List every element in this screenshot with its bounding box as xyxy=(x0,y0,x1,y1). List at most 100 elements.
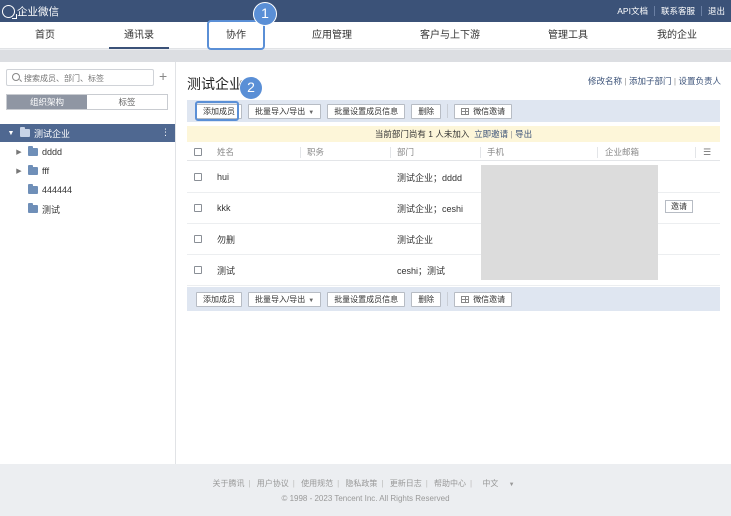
footer-link-usage-rules[interactable]: 使用规范 xyxy=(297,479,337,488)
tab-tags[interactable]: 标签 xyxy=(87,95,167,109)
tree-item-test[interactable]: 测试 xyxy=(0,200,175,218)
row-checkbox[interactable] xyxy=(194,266,202,274)
wechat-invite-button[interactable]: 微信邀请 xyxy=(454,103,513,119)
caret-down-icon: ▼ xyxy=(308,297,315,304)
main-panel: 测试企业 修改名称 | 添加子部门 | 设置负责人 添加成员 批量导入/导出 ▼ … xyxy=(176,62,731,464)
member-department: 测试企业；dddd xyxy=(397,172,463,183)
batch-set-button[interactable]: 批量设置成员信息 xyxy=(327,103,406,119)
nav-strip xyxy=(0,50,731,62)
nav-management-tools[interactable]: 管理工具 xyxy=(535,22,601,49)
add-icon[interactable]: + xyxy=(159,69,167,83)
col-name: 姓名 xyxy=(217,147,235,157)
tree-item-fff[interactable]: ▶ fff xyxy=(0,162,175,180)
col-department: 部门 xyxy=(397,147,415,157)
wechat-invite-button[interactable]: 微信邀请 xyxy=(454,291,513,307)
tree-item-label: dddd xyxy=(42,147,63,157)
collapsed-triangle-icon[interactable]: ▶ xyxy=(14,148,24,156)
divider xyxy=(447,104,449,118)
tree-item-label: 444444 xyxy=(42,185,73,195)
notice-text: 当前部门尚有 1 人未加入 xyxy=(374,129,470,139)
tree-item-label: fff xyxy=(42,166,50,176)
logout-link[interactable]: 退出 xyxy=(700,6,731,16)
divider xyxy=(447,292,449,306)
highlight-box-collaboration xyxy=(207,20,265,50)
collapsed-triangle-icon[interactable]: ▶ xyxy=(14,167,24,175)
expanded-triangle-icon[interactable]: ▼ xyxy=(6,130,16,137)
add-sub-department-link[interactable]: 添加子部门 xyxy=(629,76,672,86)
member-name: 测试 xyxy=(217,265,236,276)
highlight-box-add-member xyxy=(195,101,239,121)
row-checkbox[interactable] xyxy=(194,235,202,243)
tree-root-item[interactable]: ▼ 测试企业 ⋮ xyxy=(0,124,175,142)
set-owner-link[interactable]: 设置负责人 xyxy=(678,76,721,86)
rename-link[interactable]: 修改名称 xyxy=(588,76,622,86)
import-export-button[interactable]: 批量导入/导出 ▼ xyxy=(248,291,322,307)
footer-link-changelog[interactable]: 更新日志 xyxy=(386,479,426,488)
folder-icon xyxy=(28,184,38,194)
top-bar: 企业微信 API文档 联系客服 退出 xyxy=(0,0,731,22)
footer-link-help[interactable]: 帮助中心 xyxy=(430,479,470,488)
main-nav: 首页 通讯录 协作 应用管理 客户与上下游 管理工具 我的企业 xyxy=(0,22,731,49)
nav-contacts[interactable]: 通讯录 xyxy=(108,22,170,49)
qr-grid-icon xyxy=(461,295,470,303)
folder-icon xyxy=(28,146,38,156)
footer-link-agreement[interactable]: 用户协议 xyxy=(253,479,293,488)
import-export-label: 批量导入/导出 xyxy=(255,294,306,304)
title-links: 修改名称 | 添加子部门 | 设置负责人 xyxy=(588,76,721,86)
tab-org-structure[interactable]: 组织架构 xyxy=(7,95,87,109)
step-badge-1: 1 xyxy=(253,2,277,26)
qr-grid-icon xyxy=(461,107,470,115)
export-link[interactable]: 导出 xyxy=(515,129,532,139)
nav-app-management[interactable]: 应用管理 xyxy=(297,22,367,49)
nav-home[interactable]: 首页 xyxy=(19,22,71,49)
footer-link-privacy[interactable]: 隐私政策 xyxy=(341,479,381,488)
member-department: 测试企业 xyxy=(397,234,434,245)
row-checkbox[interactable] xyxy=(194,204,202,212)
member-name: hui xyxy=(217,172,230,182)
page-title: 测试企业 xyxy=(187,76,243,92)
search-box xyxy=(6,69,154,86)
invite-button[interactable]: 邀请 xyxy=(665,200,693,213)
caret-down-icon: ▼ xyxy=(508,482,515,488)
column-settings-icon[interactable]: ☰ xyxy=(703,144,711,160)
api-docs-link[interactable]: API文档 xyxy=(611,6,654,16)
folder-icon xyxy=(20,127,30,137)
folder-icon xyxy=(28,203,38,213)
language-select[interactable]: 中文 ▼ xyxy=(474,479,522,488)
invite-now-link[interactable]: 立即邀请 xyxy=(474,129,508,139)
logo-text: 企业微信 xyxy=(17,6,59,18)
toolbar-bottom: 添加成员 批量导入/导出 ▼ 批量设置成员信息 删除 微信邀请 xyxy=(187,287,720,311)
member-department: ceshi；测试 xyxy=(397,265,446,276)
search-icon xyxy=(12,73,20,81)
import-export-button[interactable]: 批量导入/导出 ▼ xyxy=(248,103,322,119)
footer-link-about[interactable]: 关于腾讯 xyxy=(208,479,248,488)
folder-icon xyxy=(28,165,38,175)
step-badge-2: 2 xyxy=(239,76,263,100)
search-input[interactable] xyxy=(24,72,152,84)
select-all-checkbox[interactable] xyxy=(194,148,202,156)
add-member-button[interactable]: 添加成员 xyxy=(196,291,242,307)
tree-item-dddd[interactable]: ▶ dddd xyxy=(0,143,175,161)
batch-set-button[interactable]: 批量设置成员信息 xyxy=(327,291,406,307)
delete-button[interactable]: 删除 xyxy=(411,291,442,307)
sidebar: + 组织架构 标签 ▼ 测试企业 ⋮ ▶ dddd ▶ fff 444444 测… xyxy=(0,62,176,464)
nav-customers[interactable]: 客户与上下游 xyxy=(410,22,490,49)
sidebar-segment: 组织架构 标签 xyxy=(6,94,168,110)
delete-button[interactable]: 删除 xyxy=(411,103,442,119)
toolbar-top: 添加成员 批量导入/导出 ▼ 批量设置成员信息 删除 微信邀请 xyxy=(187,100,720,122)
member-name: 勿删 xyxy=(217,234,236,245)
more-options-icon[interactable]: ⋮ xyxy=(161,127,170,138)
row-checkbox[interactable] xyxy=(194,173,202,181)
logo: 企业微信 xyxy=(2,4,59,19)
import-export-label: 批量导入/导出 xyxy=(255,106,306,116)
wechat-invite-label: 微信邀请 xyxy=(473,106,506,116)
tree-item-444444[interactable]: 444444 xyxy=(0,181,175,199)
nav-my-enterprise[interactable]: 我的企业 xyxy=(644,22,710,49)
caret-down-icon: ▼ xyxy=(308,109,315,116)
col-email: 企业邮箱 xyxy=(605,147,640,157)
footer-links: 关于腾讯 | 用户协议 | 使用规范 | 隐私政策 | 更新日志 | 帮助中心 | 中文 ▼ xyxy=(0,478,731,489)
table-header: 姓名 职务 部门 手机 企业邮箱 ☰ xyxy=(187,144,720,161)
wechat-invite-label: 微信邀请 xyxy=(473,294,506,304)
contact-support-link[interactable]: 联系客服 xyxy=(653,6,701,16)
col-phone: 手机 xyxy=(487,147,505,157)
